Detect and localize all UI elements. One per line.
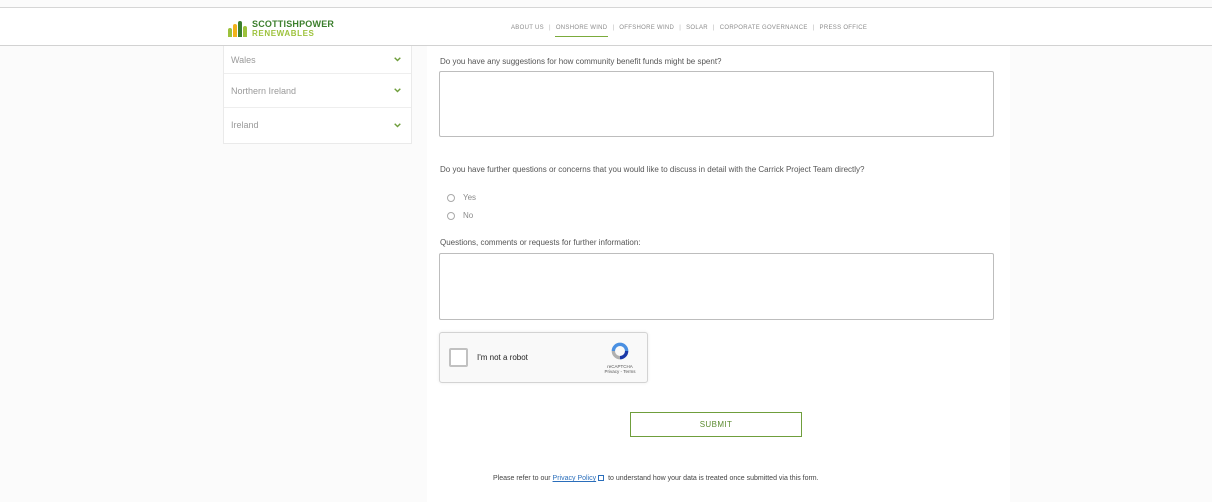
sidebar-item-wales[interactable]: Wales — [224, 46, 411, 74]
external-link-icon — [598, 475, 605, 481]
radio-no[interactable]: No — [447, 211, 473, 220]
sidebar-item-northern-ireland[interactable]: Northern Ireland — [224, 74, 411, 108]
chevron-down-icon — [394, 88, 401, 93]
site-header: SCOTTISHPOWER RENEWABLES ABOUT US | ONSH… — [0, 8, 1212, 46]
feedback-form: Do you have any suggestions for how comm… — [427, 46, 1010, 502]
chevron-down-icon — [394, 122, 401, 128]
brand-logo[interactable]: SCOTTISHPOWER RENEWABLES — [228, 18, 334, 40]
privacy-policy-link[interactable]: Privacy Policy — [553, 475, 597, 482]
comments-textarea[interactable] — [439, 253, 994, 320]
nav-press-office[interactable]: PRESS OFFICE — [816, 25, 872, 31]
recaptcha-widget: I'm not a robot reCAPTCHA Privacy - Term… — [439, 332, 648, 383]
recaptcha-logo-icon — [611, 342, 629, 360]
radio-yes[interactable]: Yes — [447, 193, 476, 202]
sidebar-item-label: Northern Ireland — [231, 85, 297, 96]
radio-circle[interactable] — [447, 211, 455, 220]
nav-onshore-wind[interactable]: ONSHORE WIND — [552, 25, 612, 37]
question-further-label: Do you have further questions or concern… — [440, 165, 865, 174]
captcha-checkbox[interactable] — [449, 348, 468, 367]
radio-circle[interactable] — [447, 193, 455, 202]
sidebar-item-ireland[interactable]: Ireland — [224, 108, 411, 142]
nav-corporate-governance[interactable]: CORPORATE GOVERNANCE — [716, 25, 812, 31]
submit-button[interactable]: SUBMIT — [630, 412, 802, 437]
brand-name: SCOTTISHPOWER — [252, 19, 335, 29]
sidebar-item-label: Ireland — [231, 120, 259, 130]
brand-subname: RENEWABLES — [252, 29, 315, 38]
question-funds-label: Do you have any suggestions for how comm… — [440, 57, 722, 66]
sidebar-item-label: Wales — [231, 54, 256, 65]
question-comments-label: Questions, comments or requests for furt… — [440, 238, 641, 247]
nav-about-us[interactable]: ABOUT US — [507, 25, 548, 31]
radio-no-label: No — [463, 211, 474, 220]
wind-logo-icon — [228, 21, 248, 37]
privacy-text-after: to understand how your data is treated o… — [608, 475, 819, 482]
chevron-down-icon — [394, 57, 401, 62]
funds-suggestions-textarea[interactable] — [439, 71, 994, 137]
captcha-label: I'm not a robot — [477, 353, 528, 362]
privacy-text-before: Please refer to our — [493, 475, 551, 482]
nav-offshore-wind[interactable]: OFFSHORE WIND — [615, 25, 678, 31]
recaptcha-privacy-terms[interactable]: Privacy - Terms — [598, 369, 642, 374]
nav-solar[interactable]: SOLAR — [682, 25, 712, 31]
region-sidebar: Wales Northern Ireland Ireland — [223, 46, 412, 144]
radio-yes-label: Yes — [463, 193, 477, 202]
privacy-notice: Please refer to our Privacy Policy to un… — [493, 475, 819, 482]
main-nav: ABOUT US | ONSHORE WIND | OFFSHORE WIND … — [507, 25, 872, 37]
